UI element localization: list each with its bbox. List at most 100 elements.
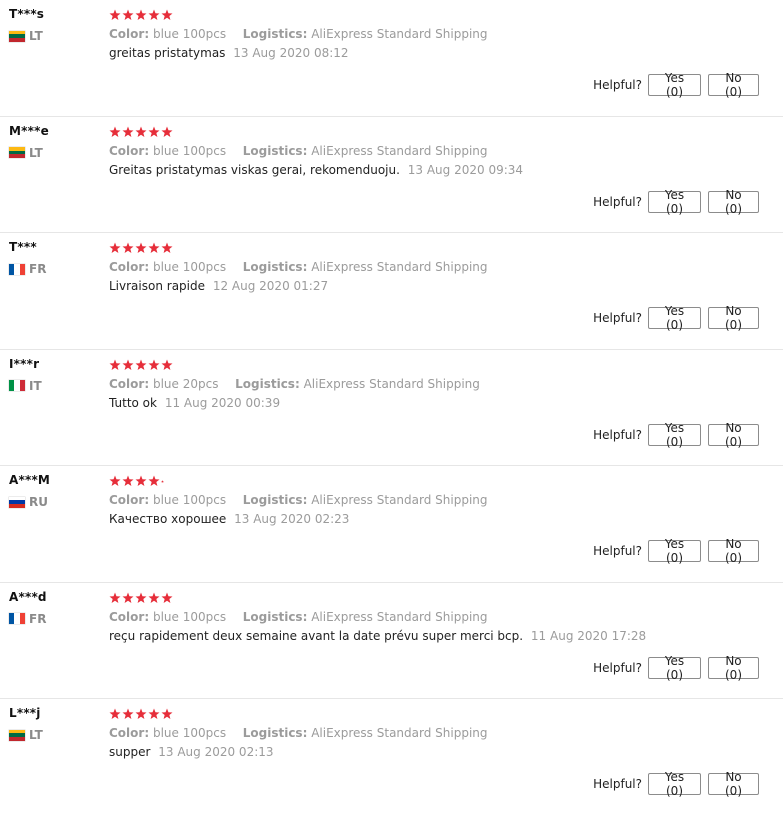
product-specs: Color: blue 100pcs Logistics: AliExpress… <box>109 27 488 41</box>
helpful-no-button[interactable]: No (0) <box>708 421 759 449</box>
helpful-no-button[interactable]: No (0) <box>708 537 759 565</box>
feedback-item: L***j LT Color: blue 100pcs Logistics: A… <box>0 699 783 816</box>
star-icon <box>109 242 121 253</box>
feedback-text: Качество хорошее <box>109 512 227 526</box>
color-label: Color: <box>109 376 150 391</box>
helpful-label: Helpful? <box>593 311 642 325</box>
logistics-value: AliExpress Standard Shipping <box>311 143 488 158</box>
feedback-date: 12 Aug 2020 01:27 <box>212 279 329 293</box>
feedback-date: 13 Aug 2020 08:12 <box>233 46 349 60</box>
feedback-list: T***s LT Color: blue 100pcs Logistics: A… <box>0 0 783 816</box>
product-specs: Color: blue 100pcs Logistics: AliExpress… <box>109 726 488 740</box>
helpful-vote: Helpful? Yes (0) No (0) <box>593 654 759 682</box>
helpful-no-button[interactable]: No (0) <box>708 188 759 216</box>
reviewer-country: LT <box>9 146 43 160</box>
country-code: FR <box>29 611 47 626</box>
country-code: RU <box>29 495 48 509</box>
helpful-yes-button[interactable]: Yes (0) <box>648 71 701 99</box>
color-value: blue 20pcs <box>152 376 219 391</box>
color-value: blue 100pcs <box>152 609 227 624</box>
star-icon <box>148 708 160 719</box>
helpful-no-button[interactable]: No (0) <box>708 770 759 798</box>
helpful-no-button[interactable]: No (0) <box>708 654 759 682</box>
feedback-date: 11 Aug 2020 17:28 <box>530 628 647 643</box>
color-value: blue 100pcs <box>152 493 227 507</box>
logistics-value: AliExpress Standard Shipping <box>303 376 480 391</box>
feedback-content: supper 13 Aug 2020 02:13 <box>109 745 274 759</box>
helpful-label: Helpful? <box>593 544 642 558</box>
helpful-label: Helpful? <box>593 194 642 209</box>
country-flag-icon <box>9 147 25 158</box>
helpful-vote: Helpful? Yes (0) No (0) <box>593 188 759 216</box>
star-icon <box>135 475 147 486</box>
star-icon <box>109 592 121 603</box>
reviewer-name: M***e <box>9 123 49 138</box>
country-flag-icon <box>9 613 25 624</box>
star-rating <box>109 475 165 487</box>
logistics-value: AliExpress Standard Shipping <box>311 493 488 507</box>
star-icon <box>122 592 134 603</box>
product-specs: Color: blue 100pcs Logistics: AliExpress… <box>109 260 488 274</box>
country-code: IT <box>29 378 42 393</box>
star-icon <box>148 592 160 603</box>
country-code: FR <box>29 262 47 276</box>
star-icon <box>161 359 173 370</box>
feedback-text: greitas pristatymas <box>109 46 226 60</box>
product-specs: Color: blue 100pcs Logistics: AliExpress… <box>109 493 488 507</box>
helpful-yes-button[interactable]: Yes (0) <box>648 188 701 216</box>
country-flag-icon <box>9 263 25 275</box>
feedback-date: 13 Aug 2020 02:13 <box>158 745 274 759</box>
feedback-item: I***r IT Color: blue 20pcs Logistics: Al… <box>0 350 783 466</box>
helpful-no-button[interactable]: No (0) <box>708 304 759 332</box>
feedback-item: A***d FR Color: blue 100pcs Logistics: A… <box>0 583 783 699</box>
star-icon <box>148 242 160 253</box>
helpful-vote: Helpful? Yes (0) No (0) <box>593 71 759 99</box>
logistics-value: AliExpress Standard Shipping <box>311 726 488 740</box>
reviewer-country: FR <box>9 262 46 276</box>
color-value: blue 100pcs <box>152 726 227 740</box>
star-icon <box>135 9 147 20</box>
logistics-label: Logistics: <box>242 493 308 507</box>
feedback-text: reçu rapidement deux semaine avant la da… <box>109 628 524 643</box>
color-value: blue 100pcs <box>152 260 227 274</box>
helpful-yes-button[interactable]: Yes (0) <box>648 304 701 332</box>
helpful-no-button[interactable]: No (0) <box>708 71 759 99</box>
logistics-label: Logistics: <box>242 143 308 158</box>
feedback-text: Greitas pristatymas viskas gerai, rekome… <box>109 162 400 177</box>
product-specs: Color: blue 20pcs Logistics: AliExpress … <box>109 377 480 391</box>
feedback-text: Tutto ok <box>109 395 157 410</box>
star-rating <box>109 592 174 604</box>
color-label: Color: <box>109 609 150 624</box>
helpful-vote: Helpful? Yes (0) No (0) <box>593 421 759 449</box>
reviewer-name: A***d <box>9 589 47 604</box>
star-icon <box>122 708 134 719</box>
logistics-label: Logistics: <box>242 726 308 740</box>
helpful-yes-button[interactable]: Yes (0) <box>648 421 701 449</box>
helpful-yes-button[interactable]: Yes (0) <box>648 770 701 798</box>
feedback-content: greitas pristatymas 13 Aug 2020 08:12 <box>109 46 349 60</box>
reviewer-name: A***M <box>9 473 51 487</box>
star-rating <box>109 708 174 720</box>
star-rating <box>109 126 174 138</box>
feedback-content: reçu rapidement deux semaine avant la da… <box>109 629 646 643</box>
star-icon <box>109 126 121 137</box>
feedback-text: Livraison rapide <box>109 279 205 293</box>
country-code: LT <box>29 29 43 43</box>
country-code: LT <box>29 145 43 160</box>
helpful-yes-button[interactable]: Yes (0) <box>648 654 701 682</box>
reviewer-country: LT <box>9 728 43 742</box>
reviewer-name: T***s <box>9 7 45 21</box>
feedback-content: Greitas pristatymas viskas gerai, rekome… <box>109 163 523 177</box>
feedback-item: A***M RU Color: blue 100pcs Logistics: A… <box>0 466 783 583</box>
star-icon <box>148 9 160 20</box>
star-icon <box>135 126 147 137</box>
product-specs: Color: blue 100pcs Logistics: AliExpress… <box>109 610 488 624</box>
color-label: Color: <box>109 726 150 740</box>
feedback-item: M***e LT Color: blue 100pcs Logistics: A… <box>0 117 783 233</box>
helpful-vote: Helpful? Yes (0) No (0) <box>593 770 759 798</box>
feedback-item: T*** FR Color: blue 100pcs Logistics: Al… <box>0 233 783 350</box>
star-icon <box>161 592 173 603</box>
helpful-yes-button[interactable]: Yes (0) <box>648 537 701 565</box>
color-label: Color: <box>109 493 150 507</box>
reviewer-name: I***r <box>9 356 40 371</box>
